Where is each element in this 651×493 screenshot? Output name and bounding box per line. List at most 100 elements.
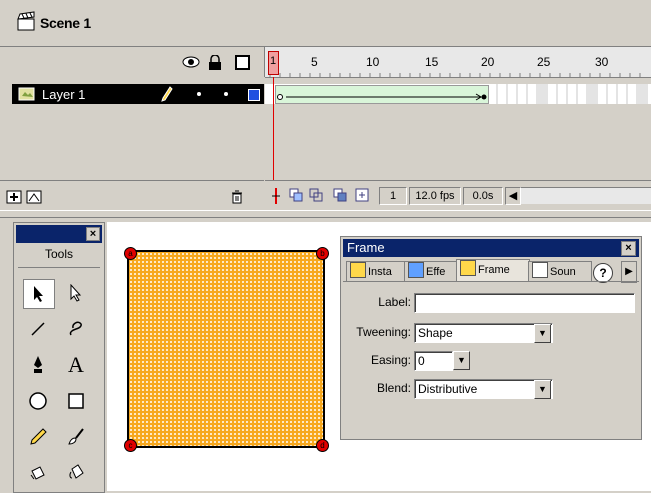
tab-sound[interactable]: Soun bbox=[528, 261, 592, 282]
trash-icon[interactable] bbox=[231, 190, 243, 204]
shape-hint-d[interactable]: d bbox=[316, 439, 329, 452]
frame-panel-title: Frame bbox=[347, 240, 385, 255]
tab-frame[interactable]: Frame bbox=[456, 259, 530, 282]
add-guide-layer-icon[interactable] bbox=[26, 190, 42, 204]
text-tool-icon[interactable]: A bbox=[61, 351, 91, 379]
tab-instance[interactable]: Insta bbox=[346, 261, 406, 282]
layer-row[interactable]: Layer 1 bbox=[12, 84, 264, 104]
tab-scroll-right-icon[interactable]: ▶ bbox=[621, 261, 637, 283]
rectangle-tool-icon[interactable] bbox=[61, 387, 91, 415]
ruler-ticks bbox=[269, 73, 641, 77]
outline-color-swatch[interactable] bbox=[248, 89, 260, 101]
tween-arrow bbox=[277, 93, 487, 101]
shape-hint-a[interactable]: a bbox=[124, 247, 137, 260]
easing-slider-dropdown-icon[interactable]: ▼ bbox=[453, 351, 470, 370]
tweening-select[interactable]: Shape ▼ bbox=[414, 323, 553, 343]
tweening-label: Tweening: bbox=[356, 325, 411, 339]
arrow-tool-icon[interactable] bbox=[23, 279, 55, 309]
label-field-label: Label: bbox=[378, 295, 411, 309]
effect-icon bbox=[408, 262, 424, 278]
instance-icon bbox=[350, 262, 366, 278]
ruler-tick-label: 15 bbox=[425, 55, 439, 69]
timeline-scroll-left-button[interactable]: ◀ bbox=[505, 187, 521, 205]
shape-tween-span[interactable] bbox=[275, 85, 489, 104]
tab-instance-label: Insta bbox=[368, 266, 392, 278]
playhead-line bbox=[273, 77, 274, 180]
frame-row[interactable] bbox=[265, 84, 651, 104]
blend-value: Distributive bbox=[418, 382, 478, 396]
layers-header bbox=[0, 47, 265, 77]
panel-divider[interactable] bbox=[0, 210, 651, 218]
elapsed-time-field: 0.0s bbox=[463, 187, 503, 205]
current-frame-field: 1 bbox=[379, 187, 407, 205]
pen-tool-icon[interactable] bbox=[23, 351, 53, 379]
help-icon[interactable]: ? bbox=[593, 263, 613, 283]
subselection-tool-icon[interactable] bbox=[61, 279, 91, 307]
timeline-horizontal-scrollbar[interactable] bbox=[521, 187, 651, 204]
shape-hint-c[interactable]: c bbox=[124, 439, 137, 452]
timeline: Layer 1 1 5 10 15 20 25 30 1 12.0 fps 0.… bbox=[0, 47, 651, 210]
frame-icon bbox=[460, 260, 476, 276]
lock-dot[interactable] bbox=[224, 92, 228, 96]
ruler-tick-label: 25 bbox=[537, 55, 551, 69]
modify-onion-markers-icon[interactable] bbox=[355, 188, 369, 202]
center-frame-icon[interactable] bbox=[271, 188, 281, 204]
pencil-icon bbox=[161, 86, 173, 102]
layer-footer bbox=[0, 180, 264, 211]
tab-effect[interactable]: Effe bbox=[404, 261, 458, 282]
frame-ruler[interactable]: 1 5 10 15 20 25 30 bbox=[265, 47, 651, 78]
frames-footer: 1 12.0 fps 0.0s ◀ bbox=[265, 180, 651, 211]
eye-icon[interactable] bbox=[182, 55, 200, 69]
scene-label[interactable]: Scene 1 bbox=[40, 15, 91, 31]
add-layer-icon[interactable] bbox=[6, 190, 22, 204]
oval-tool-icon[interactable] bbox=[23, 387, 53, 415]
frame-panel-titlebar[interactable]: Frame × bbox=[343, 239, 639, 257]
easing-input[interactable]: 0 bbox=[414, 351, 453, 371]
edit-multiple-frames-icon[interactable] bbox=[333, 188, 347, 202]
playhead-frame-number: 1 bbox=[270, 55, 277, 67]
frame-rate-field[interactable]: 12.0 fps bbox=[409, 187, 461, 205]
outline-icon[interactable] bbox=[235, 55, 250, 70]
tab-effect-label: Effe bbox=[426, 266, 446, 278]
easing-label: Easing: bbox=[370, 353, 411, 367]
tools-panel: × Tools A bbox=[13, 222, 105, 493]
layer-list-empty bbox=[12, 104, 264, 180]
chevron-down-icon[interactable]: ▼ bbox=[534, 380, 551, 399]
frame-panel: Frame × Insta Effe Frame Soun ? ▶ Label:… bbox=[340, 236, 642, 440]
ink-bottle-tool-icon[interactable] bbox=[23, 459, 53, 487]
chevron-down-icon[interactable]: ▼ bbox=[534, 324, 551, 343]
layer-name[interactable]: Layer 1 bbox=[42, 87, 85, 102]
onion-skin-icon[interactable] bbox=[289, 188, 303, 202]
tweening-value: Shape bbox=[418, 326, 453, 340]
blend-select[interactable]: Distributive ▼ bbox=[414, 379, 553, 399]
tools-title: Tools bbox=[44, 247, 73, 261]
frames-area: 1 5 10 15 20 25 30 1 12.0 fps 0.0s ◀ bbox=[265, 47, 651, 210]
shape-rectangle[interactable] bbox=[127, 250, 325, 448]
sound-icon bbox=[532, 262, 548, 278]
close-icon[interactable]: × bbox=[621, 241, 636, 256]
ruler-tick-label: 30 bbox=[595, 55, 609, 69]
lock-icon[interactable] bbox=[208, 55, 222, 70]
frames-empty bbox=[265, 104, 651, 180]
tab-frame-label: Frame bbox=[478, 264, 510, 276]
scene-icon[interactable] bbox=[16, 11, 36, 31]
pencil-tool-icon[interactable] bbox=[23, 423, 53, 451]
ruler-tick-label: 5 bbox=[311, 55, 318, 69]
close-icon[interactable]: × bbox=[86, 227, 100, 241]
blend-label: Blend: bbox=[376, 381, 411, 395]
lasso-tool-icon[interactable] bbox=[61, 315, 91, 343]
playhead[interactable]: 1 bbox=[268, 51, 279, 75]
ruler-tick-label: 20 bbox=[481, 55, 495, 69]
visibility-dot[interactable] bbox=[197, 92, 201, 96]
onion-outline-icon[interactable] bbox=[309, 188, 323, 202]
scene-bar: Scene 1 bbox=[0, 0, 651, 47]
tab-sound-label: Soun bbox=[550, 266, 576, 278]
frame-label-input[interactable] bbox=[414, 293, 635, 313]
ruler-tick-label: 10 bbox=[366, 55, 380, 69]
line-tool-icon[interactable] bbox=[23, 315, 53, 343]
layer-icon bbox=[18, 87, 35, 101]
shape-hint-b[interactable]: b bbox=[316, 247, 329, 260]
brush-tool-icon[interactable] bbox=[61, 423, 91, 451]
tools-titlebar[interactable]: × bbox=[16, 225, 102, 243]
paint-bucket-tool-icon[interactable] bbox=[61, 459, 91, 487]
